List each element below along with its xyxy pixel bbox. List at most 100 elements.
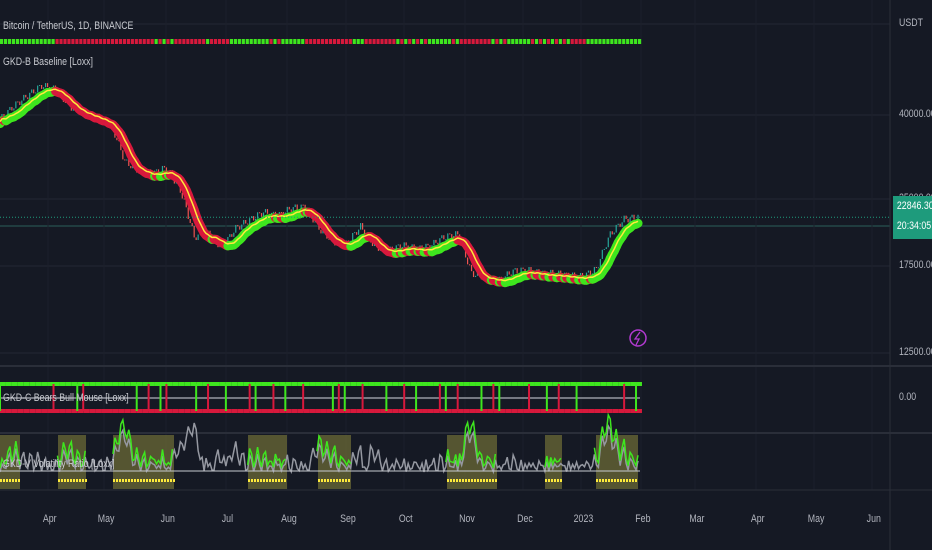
signal-strip-bar [31,39,35,44]
volatility-dot [64,479,66,482]
signal-strip-bar [146,39,150,44]
volatility-dot [170,479,172,482]
candle [589,270,592,275]
candle [37,85,39,93]
signal-strip-bar [519,39,523,44]
signal-strip-bar [602,39,606,44]
signal-strip-bar [158,39,162,44]
volatility-dot [76,479,78,482]
volatility-dot [251,479,253,482]
signal-strip-bar [467,39,471,44]
chart-canvas[interactable] [0,0,932,550]
candle [44,83,47,88]
signal-strip-bar [475,39,479,44]
signal-strip-bar [265,39,269,44]
symbol-title[interactable]: Bitcoin / TetherUS, 1D, BINANCE [3,20,133,32]
volatility-dot [626,479,628,482]
volatility-dot [560,479,562,482]
candle [253,216,255,221]
candle [613,232,615,235]
candle [457,231,459,235]
volatility-dot [152,479,154,482]
candle [358,229,360,235]
signal-strip-bar [598,39,602,44]
signal-strip-bar [190,39,194,44]
signal-strip-bar [352,39,356,44]
candle [607,237,609,248]
volatility-dot [345,479,347,482]
candle [443,235,445,240]
bar-countdown: 20:34:05 [896,220,932,232]
signal-strip-bar [590,39,594,44]
candle [397,244,399,246]
candle [558,270,560,274]
signal-strip-bar [511,39,515,44]
candle [25,94,27,98]
signal-strip-bar [479,39,483,44]
volatility-dot [459,479,461,482]
signal-strip-bar [396,39,400,44]
signal-strip-bar [531,39,535,44]
signal-strip-bar [606,39,610,44]
candle [126,159,128,161]
signal-strip-bar [372,39,376,44]
candle [272,211,275,213]
volatility-dot [79,479,81,482]
candle [510,274,512,276]
last-price-tag: 22846.30 20:34:05 [893,196,932,239]
signal-strip-bar [416,39,420,44]
indicator-legend-volatility[interactable]: GKD-V Volatility Ratio [Loxx] [3,458,115,470]
candle [512,269,514,276]
indicator-legend-baseline[interactable]: GKD-B Baseline [Loxx] [3,56,93,68]
time-tick: Mar [689,513,705,525]
volatility-dot [260,479,262,482]
volatility-dot [608,479,610,482]
lightning-icon [633,331,641,346]
signal-strip-bar [638,39,642,44]
candle [235,224,237,233]
volatility-dot [134,479,136,482]
time-tick: Jun [160,513,175,525]
volatility-dot [495,479,497,482]
candle [260,213,263,217]
signal-strip-bar [368,39,372,44]
time-tick: Feb [635,513,651,525]
signal-strip-bar [285,39,289,44]
signal-strip-bar [527,39,531,44]
signal-strip-bar [507,39,511,44]
indicator-legend-bears-bull[interactable]: GKD-C Bears Bull Mouse [Loxx] [3,392,129,404]
signal-strip-bar [313,39,317,44]
volatility-dot [336,479,338,482]
signal-strip-bar [380,39,384,44]
volatility-dot [254,479,256,482]
volatility-dot [275,479,277,482]
volatility-dot [605,479,607,482]
signal-strip-bar [241,39,245,44]
candle [42,87,45,89]
signal-strip-bar [277,39,281,44]
last-price: 22846.30 [896,200,932,212]
volatility-dot [173,479,175,482]
time-tick: Dec [517,513,533,525]
signal-strip-bar [332,39,337,44]
time-tick: Aug [281,513,297,525]
volatility-dot [281,479,283,482]
signal-strip-bar [550,39,554,44]
signal-strip-bar [408,39,412,44]
candle [514,268,516,270]
volatility-dot [82,479,84,482]
candle [605,247,607,249]
currency-label[interactable]: USDT [899,17,923,29]
volatility-dot [119,479,121,482]
price-tick: 40000.00 [899,108,932,120]
signal-strip-bar [404,39,408,44]
candle [288,206,290,210]
volatility-dot [623,479,625,482]
volatility-dot [158,479,160,482]
candle [506,271,508,277]
chart-root[interactable]: Bitcoin / TetherUS, 1D, BINANCE GKD-B Ba… [0,0,932,550]
candle [354,232,356,234]
signal-strip-bar [459,39,463,44]
candle [116,137,118,141]
signal-strip-bar [364,39,368,44]
